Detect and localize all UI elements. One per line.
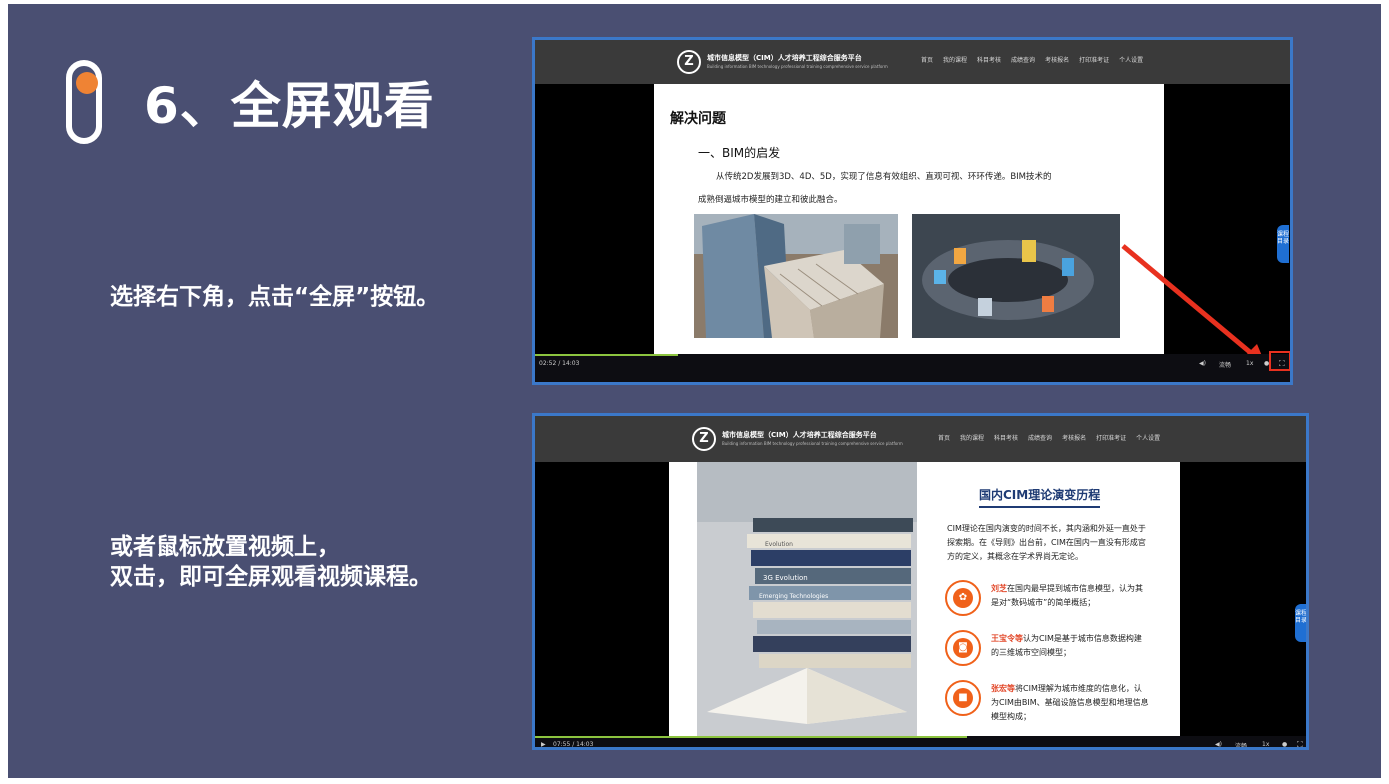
quality-selector[interactable]: 流畅 bbox=[1219, 360, 1231, 369]
nav-print-ticket[interactable]: 打印准考证 bbox=[1096, 433, 1126, 442]
speed-selector[interactable]: 1x bbox=[1246, 360, 1253, 367]
nav-print-ticket[interactable]: 打印准考证 bbox=[1079, 55, 1109, 64]
book-stack-image: Evolution Emerging Technologies 3G Evolu… bbox=[697, 462, 917, 736]
nav-scores[interactable]: 成绩查询 bbox=[1028, 433, 1052, 442]
cim-item-3-text: 将CIM理解为城市维度的信息化，认为CIM由BIM、基础设施信息模型和地理信息模… bbox=[991, 684, 1149, 721]
progress-bar[interactable] bbox=[535, 354, 679, 356]
book-title-1: Evolution bbox=[765, 541, 793, 548]
volume-icon[interactable]: ◀) bbox=[1199, 360, 1206, 367]
player-controls: ▶ 07:55 / 14:03 ◀) 流畅 1x ● ⛶ bbox=[535, 736, 1306, 748]
cim-item-2: 王宝令等认为CIM是基于城市信息数据构建的三维城市空间模型； bbox=[991, 632, 1149, 660]
instruction-double-click-line1: 或者鼠标放置视频上， bbox=[110, 534, 340, 560]
nav-subject-exam[interactable]: 科目考核 bbox=[977, 55, 1001, 64]
video-player-screenshot-1: Z 城市信息模型（CIM）人才培养工程综合服务平台 Building infor… bbox=[532, 37, 1293, 385]
fullscreen-icon[interactable]: ⛶ bbox=[1279, 359, 1285, 369]
cim-diagram-image bbox=[912, 214, 1120, 338]
site-nav: 首页 我的课程 科目考核 成绩查询 考核报名 打印准考证 个人设置 bbox=[921, 55, 1143, 64]
slide: 6、全屏观看 选择右下角，点击“全屏”按钮。 或者鼠标放置视频上， 双击，即可全… bbox=[8, 4, 1381, 778]
step-marker-icon bbox=[66, 60, 102, 144]
book-title-2: Emerging Technologies bbox=[759, 593, 828, 600]
volume-icon[interactable]: ◀) bbox=[1215, 741, 1222, 747]
time-display: 07:55 / 14:03 bbox=[553, 741, 594, 748]
site-header: Z 城市信息模型（CIM）人才培养工程综合服务平台 Building infor… bbox=[535, 416, 1306, 462]
video-player-screenshot-2: Z 城市信息模型（CIM）人才培养工程综合服务平台 Building infor… bbox=[532, 413, 1309, 750]
nav-settings[interactable]: 个人设置 bbox=[1136, 433, 1160, 442]
doc-subheading: 一、BIM的启发 bbox=[698, 146, 781, 160]
site-nav: 首页 我的课程 科目考核 成绩查询 考核报名 打印准考证 个人设置 bbox=[938, 433, 1160, 442]
course-catalog-tab[interactable]: 课程目录 bbox=[1295, 604, 1306, 642]
gear-icon[interactable]: ● bbox=[1282, 741, 1287, 747]
site-logo[interactable]: Z bbox=[677, 50, 701, 74]
camera-icon: ◙ bbox=[945, 630, 981, 666]
speed-selector[interactable]: 1x bbox=[1262, 741, 1269, 747]
player-controls: 02:52 / 14:03 ◀) 流畅 1x ● ⛶ bbox=[535, 351, 1290, 382]
quality-selector[interactable]: 流畅 bbox=[1235, 741, 1247, 747]
cim-item-3: 张宏等将CIM理解为城市维度的信息化，认为CIM由BIM、基础设施信息模型和地理… bbox=[991, 682, 1149, 724]
instruction-fullscreen-button: 选择右下角，点击“全屏”按钮。 bbox=[110, 284, 440, 310]
instruction-double-click-line2: 双击，即可全屏观看视频课程。 bbox=[110, 564, 432, 590]
cim-item-3-name: 张宏等 bbox=[991, 684, 1015, 693]
orange-dot bbox=[76, 72, 98, 94]
nav-scores[interactable]: 成绩查询 bbox=[1011, 55, 1035, 64]
book-title-3: 3G Evolution bbox=[763, 574, 808, 582]
nav-exam-register[interactable]: 考核报名 bbox=[1045, 55, 1069, 64]
site-header: Z 城市信息模型（CIM）人才培养工程综合服务平台 Building infor… bbox=[535, 40, 1290, 84]
nav-my-courses[interactable]: 我的课程 bbox=[960, 433, 984, 442]
cim-item-1-name: 刘芝 bbox=[991, 584, 1007, 593]
cim-item-2-name: 王宝令等 bbox=[991, 634, 1023, 643]
course-catalog-tab[interactable]: 课程目录 bbox=[1277, 225, 1289, 263]
lecture-slide-1: 解决问题 一、BIM的启发 从传统2D发展到3D、4D、5D，实现了信息有效组织… bbox=[654, 84, 1164, 374]
site-logo[interactable]: Z bbox=[692, 427, 716, 451]
site-subtitle: Building information BIM technology prof… bbox=[722, 441, 903, 446]
nav-home[interactable]: 首页 bbox=[938, 433, 950, 442]
cim-intro: CIM理论在国内演变的时间不长，其内涵和外延一直处于探索期。在《导则》出台前，C… bbox=[947, 524, 1146, 561]
nav-exam-register[interactable]: 考核报名 bbox=[1062, 433, 1086, 442]
doc-paragraph-line2: 成熟倒逼城市模型的建立和彼此融合。 bbox=[698, 195, 843, 205]
lecture-slide-2: Evolution Emerging Technologies 3G Evolu… bbox=[669, 462, 1180, 736]
nav-my-courses[interactable]: 我的课程 bbox=[943, 55, 967, 64]
slide-title: 6、全屏观看 bbox=[144, 77, 435, 135]
nav-settings[interactable]: 个人设置 bbox=[1119, 55, 1143, 64]
cim-doc-title: 国内CIM理论演变历程 bbox=[979, 486, 1101, 508]
building-render-image bbox=[694, 214, 898, 338]
doc-heading: 解决问题 bbox=[670, 111, 726, 127]
play-icon[interactable]: ▶ bbox=[541, 741, 546, 747]
site-subtitle: Building information BIM technology prof… bbox=[707, 64, 888, 69]
nav-home[interactable]: 首页 bbox=[921, 55, 933, 64]
nav-subject-exam[interactable]: 科目考核 bbox=[994, 433, 1018, 442]
fullscreen-icon[interactable]: ⛶ bbox=[1297, 740, 1303, 747]
aperture-icon: ✿ bbox=[945, 580, 981, 616]
site-name: 城市信息模型（CIM）人才培养工程综合服务平台 bbox=[707, 54, 862, 62]
time-display: 02:52 / 14:03 bbox=[539, 360, 580, 367]
doc-paragraph-line1: 从传统2D发展到3D、4D、5D，实现了信息有效组织、直观可视、环环传递。BIM… bbox=[716, 172, 1052, 182]
progress-bar[interactable] bbox=[535, 736, 967, 738]
cim-item-1-text: 在国内最早提到城市信息模型，认为其是对“数码城市”的简单概括； bbox=[991, 584, 1143, 607]
cim-item-1: 刘芝在国内最早提到城市信息模型，认为其是对“数码城市”的简单概括； bbox=[991, 582, 1149, 610]
lock-icon: ■ bbox=[945, 680, 981, 716]
site-name: 城市信息模型（CIM）人才培养工程综合服务平台 bbox=[722, 431, 877, 439]
